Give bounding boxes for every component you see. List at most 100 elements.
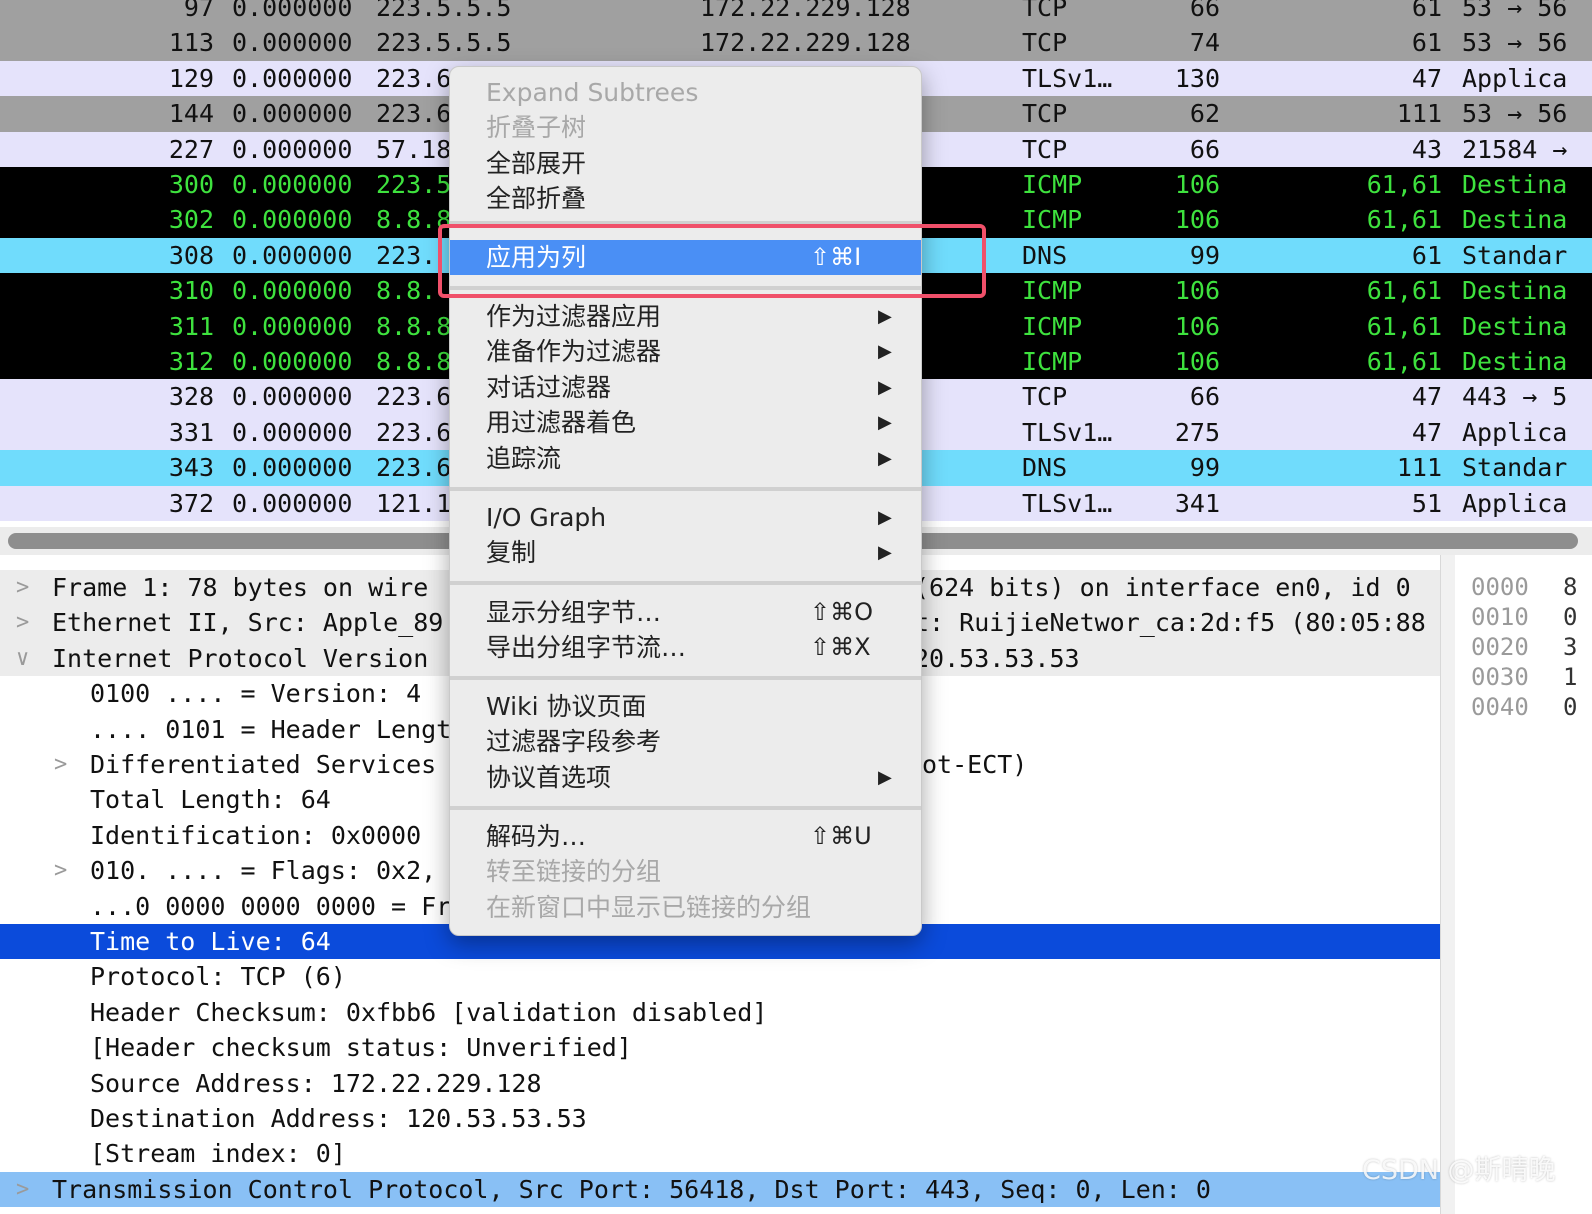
disclosure-collapsed-icon[interactable]: > — [54, 853, 67, 888]
detail-row[interactable]: > Transmission Control Protocol, Src Port… — [0, 1171, 1440, 1208]
detail-text: ...0 0000 0000 0000 = Fr — [90, 891, 452, 921]
menu-item-copy[interactable]: 复制 ▶ — [450, 535, 921, 570]
menu-item-decode-as[interactable]: 解码为… ⇧⌘U — [450, 819, 921, 854]
detail-text-continued: 20.53.53.53 — [914, 643, 1080, 673]
detail-row[interactable]: Header Checksum: 0xfbb6 [validation disa… — [0, 995, 1440, 1030]
menu-item-expand-subtrees: Expand Subtrees — [450, 75, 921, 110]
packet-ttl: 111 — [1396, 99, 1442, 129]
detail-row[interactable]: [Stream index: 0] — [0, 1136, 1440, 1171]
packet-protocol: ICMP — [1022, 347, 1083, 376]
menu-item-wiki-protocol-page[interactable]: Wiki 协议页面 — [450, 689, 921, 724]
menu-item-label: 过滤器字段参考 — [486, 727, 662, 756]
menu-item-export-packet-bytes[interactable]: 导出分组字节流… ⇧⌘X — [450, 630, 921, 665]
packet-source: 223. — [376, 240, 437, 270]
menu-item-label: 显示分组字节… — [486, 598, 662, 627]
byte-offset: 0040 — [1471, 693, 1529, 721]
menu-item-collapse-all[interactable]: 全部折叠 — [450, 181, 921, 216]
detail-text-continued: ot-ECT) — [922, 750, 1028, 779]
packet-source: 121.1 — [376, 488, 452, 518]
packet-source: 8.8. — [376, 276, 437, 306]
packet-time: 0.000000 — [232, 347, 353, 376]
packet-info: 53 → 56 — [1462, 99, 1568, 129]
detail-text: Header Checksum: 0xfbb6 [validation disa… — [90, 997, 768, 1027]
packet-protocol: TCP — [1022, 134, 1068, 164]
menu-item-conversation-filter[interactable]: 对话过滤器 ▶ — [450, 370, 921, 405]
menu-item-show-packet-bytes[interactable]: 显示分组字节… ⇧⌘O — [450, 595, 921, 630]
packet-source: 223.5.5.5 — [376, 0, 512, 22]
packet-row[interactable]: 97 0.000000 223.5.5.5 172.22.229.128 TCP 66 61… — [0, 0, 1592, 26]
detail-row[interactable]: Source Address: 172.22.229.128 — [0, 1066, 1440, 1101]
menu-item-collapse-subtrees: 折叠子树 — [450, 110, 921, 145]
menu-separator — [450, 806, 921, 810]
packet-length: 106 — [1174, 205, 1220, 235]
packet-ttl: 43 — [1411, 134, 1442, 164]
packet-info: 21584 → — [1462, 134, 1568, 164]
menu-item-follow-stream[interactable]: 追踪流 ▶ — [450, 441, 921, 476]
packet-protocol: TCP — [1022, 28, 1068, 58]
packet-protocol: TLSv1… — [1022, 417, 1113, 447]
packet-number: 300 — [168, 170, 214, 199]
packet-number: 372 — [168, 488, 214, 518]
detail-text: Internet Protocol Version — [52, 643, 429, 673]
menu-item-protocol-preferences[interactable]: 协议首选项 ▶ — [450, 760, 921, 795]
menu-separator — [450, 581, 921, 585]
submenu-arrow-icon: ▶ — [878, 507, 892, 528]
detail-text: Source Address: 172.22.229.128 — [90, 1068, 542, 1098]
packet-protocol: ICMP — [1022, 205, 1083, 235]
packet-protocol: DNS — [1022, 240, 1068, 270]
byte-hex: 1 — [1563, 663, 1578, 691]
disclosure-collapsed-icon[interactable]: > — [54, 747, 67, 782]
packet-ttl: 47 — [1411, 63, 1442, 93]
packet-time: 0.000000 — [232, 170, 353, 199]
packet-protocol: ICMP — [1022, 170, 1083, 199]
detail-text: Ethernet II, Src: Apple_89 — [52, 608, 444, 638]
menu-item-colorize-with-filter[interactable]: 用过滤器着色 ▶ — [450, 405, 921, 440]
menu-item-label: 对话过滤器 — [486, 373, 612, 402]
packet-info: Destina — [1462, 347, 1568, 376]
packet-length: 66 — [1189, 0, 1220, 22]
packet-bytes-pane[interactable]: 0000 8 0010 0 0020 3 0030 1 0040 0 — [1455, 562, 1592, 1214]
byte-offset: 0010 — [1471, 603, 1529, 631]
menu-item-expand-all[interactable]: 全部展开 — [450, 146, 921, 181]
menu-item-label: 转至链接的分组 — [486, 857, 662, 886]
packet-number: 312 — [168, 347, 214, 376]
menu-separator — [450, 676, 921, 680]
packet-info: Standar — [1462, 240, 1568, 270]
packet-source: 57.18 — [376, 134, 452, 164]
detail-row[interactable]: Destination Address: 120.53.53.53 — [0, 1101, 1440, 1136]
packet-ttl: 61,61 — [1366, 276, 1442, 306]
packet-info: Standar — [1462, 453, 1568, 483]
highlight-annotation-box — [438, 224, 986, 298]
submenu-arrow-icon: ▶ — [878, 377, 892, 398]
detail-row[interactable]: Protocol: TCP (6) — [0, 959, 1440, 994]
packet-ttl: 61 — [1411, 28, 1442, 58]
disclosure-collapsed-icon[interactable]: > — [16, 1172, 29, 1207]
packet-time: 0.000000 — [232, 417, 353, 447]
detail-text: 0100 .... = Version: 4 — [90, 679, 422, 709]
packet-row[interactable]: 113 0.000000 223.5.5.5 172.22.229.128 TCP 74 6… — [0, 25, 1592, 61]
menu-item-label: 导出分组字节流… — [486, 633, 687, 662]
disclosure-collapsed-icon[interactable]: > — [16, 570, 29, 605]
packet-source: 223.6 — [376, 99, 452, 129]
detail-text: .... 0101 = Header Lengt — [90, 714, 452, 744]
detail-text: Frame 1: 78 bytes on wire — [52, 573, 429, 602]
menu-item-io-graph[interactable]: I/O Graph ▶ — [450, 500, 921, 535]
pane-splitter[interactable] — [1440, 555, 1455, 1214]
packet-length: 99 — [1189, 240, 1220, 270]
packet-length: 341 — [1174, 488, 1220, 518]
packet-ttl: 61,61 — [1366, 347, 1442, 376]
menu-item-filter-field-reference[interactable]: 过滤器字段参考 — [450, 724, 921, 759]
packet-time: 0.000000 — [232, 0, 353, 22]
packet-time: 0.000000 — [232, 382, 353, 412]
packet-info: Destina — [1462, 311, 1568, 341]
menu-item-apply-as-filter[interactable]: 作为过滤器应用 ▶ — [450, 299, 921, 334]
menu-item-label: 协议首选项 — [486, 763, 612, 792]
detail-row[interactable]: [Header checksum status: Unverified] — [0, 1030, 1440, 1065]
disclosure-collapsed-icon[interactable]: > — [16, 605, 29, 640]
packet-protocol: TLSv1… — [1022, 488, 1113, 518]
packet-time: 0.000000 — [232, 134, 353, 164]
menu-item-label: 全部展开 — [486, 149, 587, 178]
byte-offset: 0000 — [1471, 573, 1529, 601]
disclosure-expanded-icon[interactable]: ∨ — [16, 641, 29, 676]
menu-item-prepare-as-filter[interactable]: 准备作为过滤器 ▶ — [450, 334, 921, 369]
